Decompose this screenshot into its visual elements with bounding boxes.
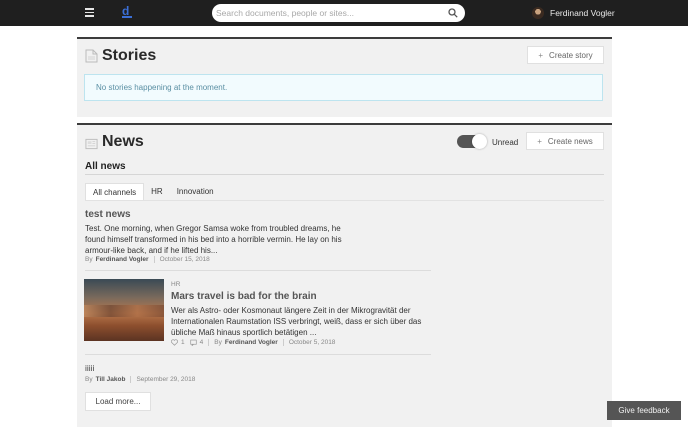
item-divider [85,270,431,271]
search-bar [212,4,465,22]
news-item-title[interactable]: test news [85,209,131,220]
news-item-meta: By Ferdinand Vogler October 15, 2018 [85,256,210,263]
tab-all-channels[interactable]: All channels [85,183,145,200]
news-date: September 29, 2018 [136,376,196,383]
top-bar: d Ferdinand Vogler [0,0,688,26]
news-item-title[interactable]: iiiii [85,363,94,373]
news-item-meta: 1 4 By Ferdinand Vogler October 5, 2018 [171,339,335,346]
comment-icon[interactable] [189,339,197,346]
user-menu[interactable]: Ferdinand Vogler [532,6,615,20]
app-logo-icon[interactable]: d [122,5,132,18]
all-news-heading: All news [85,161,126,172]
load-more-button[interactable]: Load more... [85,392,151,411]
stories-panel: Stories + Create story No stories happen… [77,37,612,117]
unread-label: Unread [492,138,519,147]
plus-icon: + [538,50,544,60]
document-icon [85,49,98,63]
news-item-excerpt: Test. One morning, when Gregor Samsa wok… [85,223,342,256]
menu-icon[interactable] [85,8,94,17]
comment-count: 4 [199,339,204,346]
news-title: News [102,133,144,150]
create-story-button[interactable]: + Create story [527,46,604,64]
news-thumbnail[interactable] [84,279,164,341]
by-label: By [85,376,93,383]
by-label: By [85,256,93,263]
news-item-excerpt: Wer als Astro- oder Kosmonaut längere Ze… [171,305,421,338]
news-item-title[interactable]: Mars travel is bad for the brain [171,291,317,302]
news-date: October 15, 2018 [159,256,210,263]
excerpt-line: found himself transformed in his bed int… [85,235,342,244]
news-category: HR [171,281,181,288]
item-divider [85,354,431,355]
newspaper-icon [85,138,98,150]
create-news-label: Create news [547,136,593,146]
author-name[interactable]: Ferdinand Vogler [225,339,278,346]
tab-innovation[interactable]: Innovation [170,183,221,200]
tab-hr[interactable]: HR [144,183,170,200]
tabs-divider [85,200,604,201]
unread-toggle[interactable] [457,134,487,149]
give-feedback-button[interactable]: Give feedback [607,401,681,420]
news-date: October 5, 2018 [288,339,336,346]
stories-empty-message: No stories happening at the moment. [84,74,603,101]
excerpt-line: Wer als Astro- oder Kosmonaut längere Ze… [171,306,411,315]
channel-tabs: All channels HR Innovation [85,183,221,200]
news-item-meta: By Till Jakob September 29, 2018 [85,376,195,383]
search-input[interactable] [216,6,444,20]
stories-title: Stories [102,47,157,64]
by-label: By [214,339,222,346]
plus-icon: + [537,136,542,146]
avatar [532,7,544,19]
create-news-button[interactable]: + Create news [526,132,604,150]
excerpt-line: armour-like back, and if he lifted his..… [85,246,218,255]
excerpt-line: übliche Maß hinaus sportlich betätigen .… [171,328,317,337]
create-story-label: Create story [549,50,593,60]
search-icon[interactable] [448,8,458,18]
excerpt-line: Internationalen Raumstation ISS verbring… [171,317,422,326]
excerpt-line: Test. One morning, when Gregor Samsa wok… [85,224,341,233]
news-panel: News Unread + Create news All news All c… [77,123,612,427]
divider [85,174,604,175]
author-name[interactable]: Ferdinand Vogler [96,256,149,263]
user-name: Ferdinand Vogler [550,8,615,18]
like-icon[interactable] [171,339,178,346]
author-name[interactable]: Till Jakob [96,376,126,383]
like-count: 1 [181,339,185,346]
